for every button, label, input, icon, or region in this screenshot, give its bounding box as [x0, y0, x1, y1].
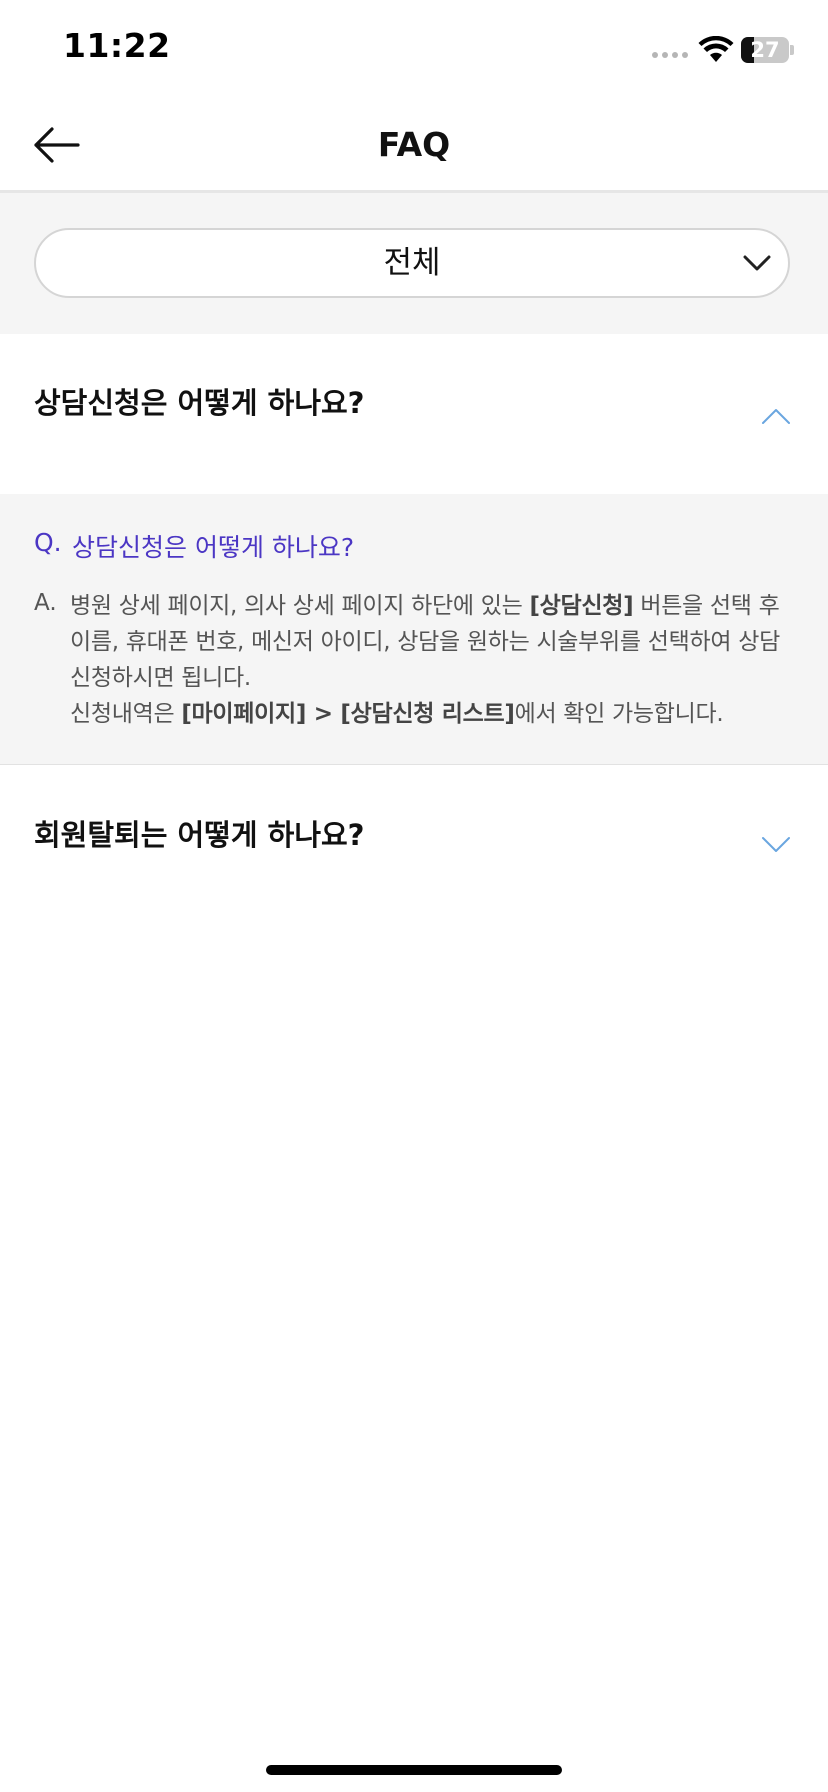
- page-title: FAQ: [377, 125, 451, 164]
- question-text: 상담신청은 어떻게 하나요?: [72, 533, 355, 562]
- category-filter-area: 전체: [0, 193, 828, 334]
- arrow-left-icon: [34, 127, 80, 163]
- answer-text-part: 에서 확인 가능합니다.: [514, 701, 724, 727]
- battery-cap: [790, 45, 794, 55]
- status-bar: 11:22 27: [0, 0, 828, 100]
- chevron-down-icon[interactable]: [760, 835, 792, 855]
- nav-header: FAQ: [0, 100, 828, 193]
- home-indicator[interactable]: [266, 1765, 562, 1775]
- answer-prefix: A.: [34, 590, 57, 616]
- question-prefix: Q.: [34, 528, 62, 557]
- chevron-up-icon[interactable]: [760, 406, 792, 426]
- faq-item-withdrawal[interactable]: 회원탈퇴는 어떻게 하나요?: [0, 765, 828, 905]
- chevron-down-icon: [743, 255, 771, 271]
- faq-item-consultation[interactable]: 상담신청은 어떻게 하나요?: [0, 334, 828, 494]
- answer-highlight: [마이페이지] > [상담신청 리스트]: [181, 701, 515, 727]
- faq-question-title: 상담신청은 어떻게 하나요?: [34, 386, 365, 420]
- answer-text-part: 병원 상세 페이지, 의사 상세 페이지 하단에 있는: [70, 593, 530, 619]
- back-button[interactable]: [28, 120, 84, 170]
- category-select[interactable]: 전체: [34, 228, 790, 298]
- faq-question-title: 회원탈퇴는 어떻게 하나요?: [34, 818, 365, 852]
- category-select-value: 전체: [383, 245, 441, 281]
- cellular-signal-icon: [652, 52, 688, 58]
- faq-answer-panel: Q. 상담신청은 어떻게 하나요? A. 병원 상세 페이지, 의사 상세 페이…: [0, 494, 828, 765]
- battery-level: 27: [750, 38, 780, 62]
- answer-text-part: 신청내역은: [70, 701, 182, 727]
- wifi-icon: [698, 36, 734, 62]
- answer-text: 병원 상세 페이지, 의사 상세 페이지 하단에 있는 [상담신청] 버튼을 선…: [70, 588, 800, 732]
- battery-icon: 27: [741, 37, 789, 63]
- status-time: 11:22: [63, 26, 171, 65]
- answer-highlight: [상담신청]: [529, 593, 634, 619]
